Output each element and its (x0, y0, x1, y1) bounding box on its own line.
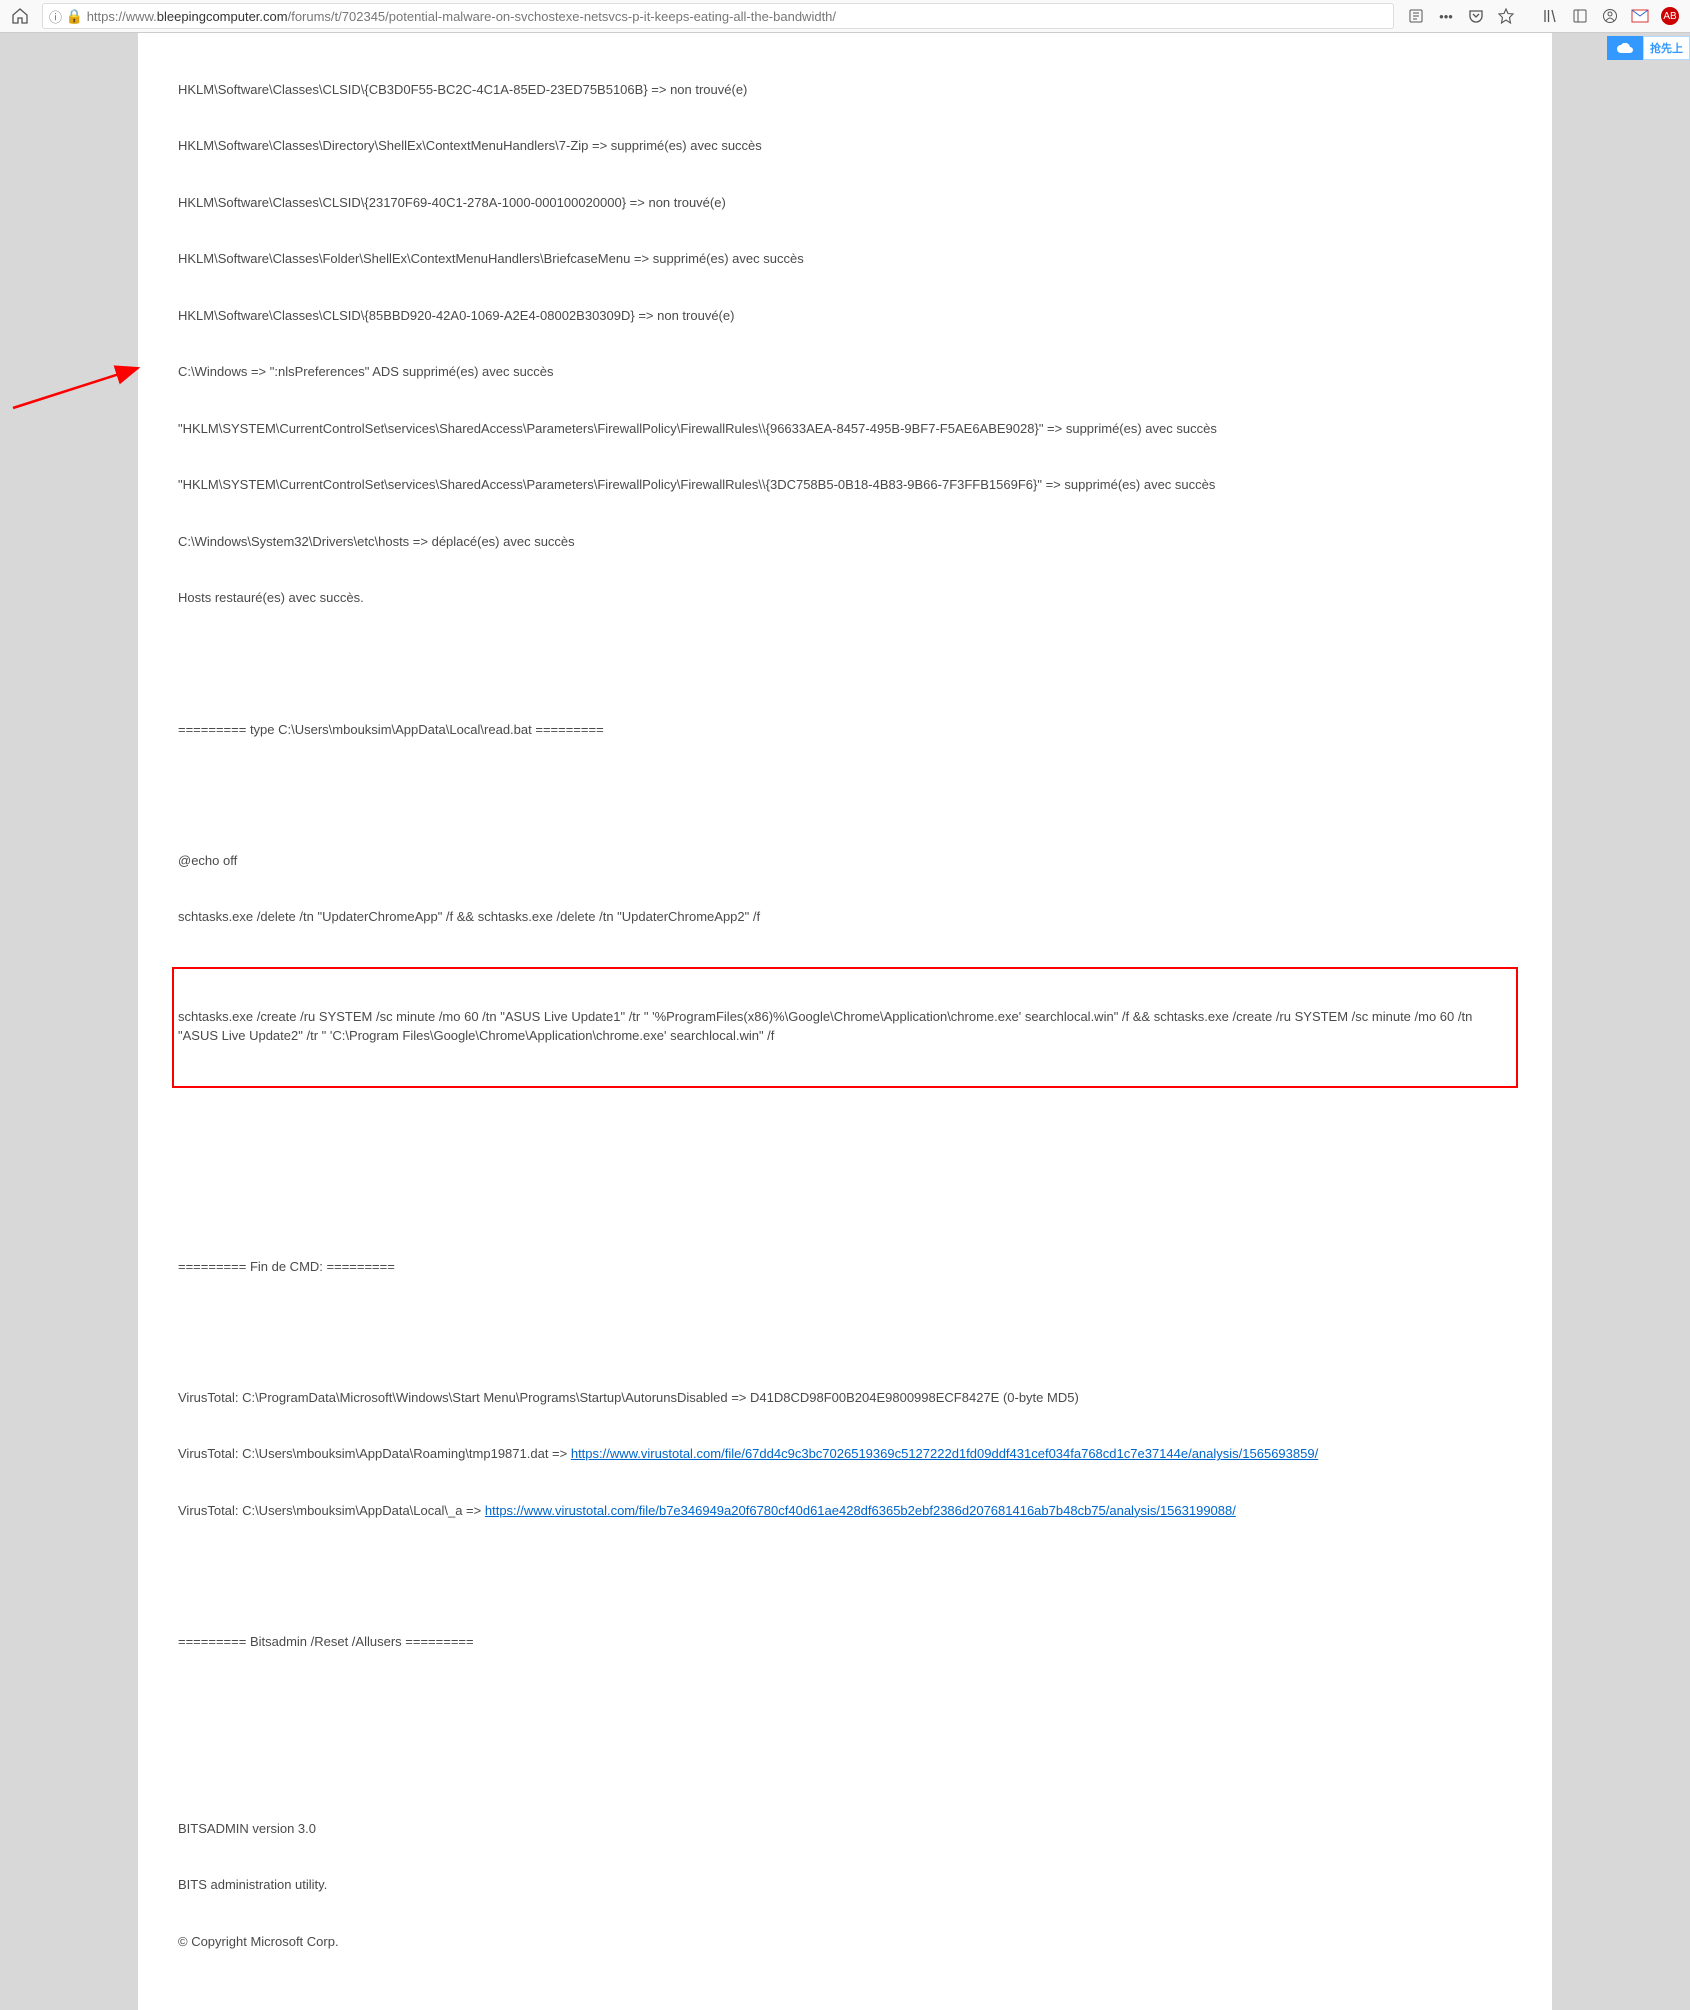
browser-toolbar: ⓘ 🔒 https://www.bleepingcomputer.com/for… (0, 0, 1690, 33)
virustotal-link[interactable]: https://www.virustotal.com/file/b7e34694… (485, 1503, 1236, 1518)
cloud-icon (1607, 38, 1643, 58)
log-line: © Copyright Microsoft Corp. (178, 1933, 1512, 1952)
log-line: HKLM\Software\Classes\CLSID\{CB3D0F55-BC… (178, 81, 1512, 100)
section-header: ========= type C:\Users\mbouksim\AppData… (178, 721, 1512, 740)
section-header: ========= Bitsadmin /Reset /Allusers ===… (178, 1633, 1512, 1652)
adblock-icon[interactable]: AB (1656, 2, 1684, 30)
mail-icon[interactable] (1626, 2, 1654, 30)
account-icon[interactable] (1596, 2, 1624, 30)
more-icon[interactable]: ••• (1432, 2, 1460, 30)
forum-post-content: HKLM\Software\Classes\CLSID\{CB3D0F55-BC… (138, 33, 1552, 2010)
library-icon[interactable] (1536, 2, 1564, 30)
section-header: ========= Fin de CMD: ========= (178, 1258, 1512, 1277)
virustotal-link[interactable]: https://www.virustotal.com/file/67dd4c9c… (571, 1446, 1318, 1461)
lock-icon: 🔒 (66, 8, 83, 25)
reader-mode-icon[interactable] (1402, 2, 1430, 30)
log-line: @echo off (178, 852, 1512, 871)
log-line: C:\Windows => ":nlsPreferences" ADS supp… (178, 363, 1512, 382)
log-line: VirusTotal: C:\Users\mbouksim\AppData\Ro… (178, 1445, 1512, 1464)
log-line: HKLM\Software\Classes\Directory\ShellEx\… (178, 137, 1512, 156)
url-bar[interactable]: ⓘ 🔒 https://www.bleepingcomputer.com/for… (42, 3, 1394, 29)
log-line: "HKLM\SYSTEM\CurrentControlSet\services\… (178, 420, 1512, 439)
info-icon: ⓘ (49, 7, 62, 26)
sidebar-icon[interactable] (1566, 2, 1594, 30)
log-line: HKLM\Software\Classes\CLSID\{85BBD920-42… (178, 307, 1512, 326)
bookmark-star-icon[interactable] (1492, 2, 1520, 30)
pocket-icon[interactable] (1462, 2, 1490, 30)
highlighted-malicious-command: schtasks.exe /create /ru SYSTEM /sc minu… (172, 967, 1518, 1088)
cloud-extension-badge[interactable]: 抢先上 (1607, 36, 1690, 60)
log-line: "HKLM\SYSTEM\CurrentControlSet\services\… (178, 476, 1512, 495)
annotation-arrow (8, 323, 148, 423)
log-line: BITSADMIN version 3.0 (178, 1820, 1512, 1839)
log-line: BITS administration utility. (178, 1876, 1512, 1895)
log-output: HKLM\Software\Classes\CLSID\{CB3D0F55-BC… (178, 43, 1512, 2010)
log-line: schtasks.exe /delete /tn "UpdaterChromeA… (178, 908, 1512, 927)
home-button[interactable] (6, 2, 34, 30)
url-text: https://www.bleepingcomputer.com/forums/… (87, 9, 836, 24)
log-line: HKLM\Software\Classes\CLSID\{23170F69-40… (178, 194, 1512, 213)
toolbar-right: ••• AB (1402, 2, 1684, 30)
log-line: VirusTotal: C:\ProgramData\Microsoft\Win… (178, 1389, 1512, 1408)
log-line: HKLM\Software\Classes\Folder\ShellEx\Con… (178, 250, 1512, 269)
log-line: VirusTotal: C:\Users\mbouksim\AppData\Lo… (178, 1502, 1512, 1521)
log-line: C:\Windows\System32\Drivers\etc\hosts =>… (178, 533, 1512, 552)
extension-label: 抢先上 (1643, 36, 1690, 60)
log-line: Hosts restauré(es) avec succès. (178, 589, 1512, 608)
log-line: schtasks.exe /create /ru SYSTEM /sc minu… (178, 1008, 1512, 1046)
